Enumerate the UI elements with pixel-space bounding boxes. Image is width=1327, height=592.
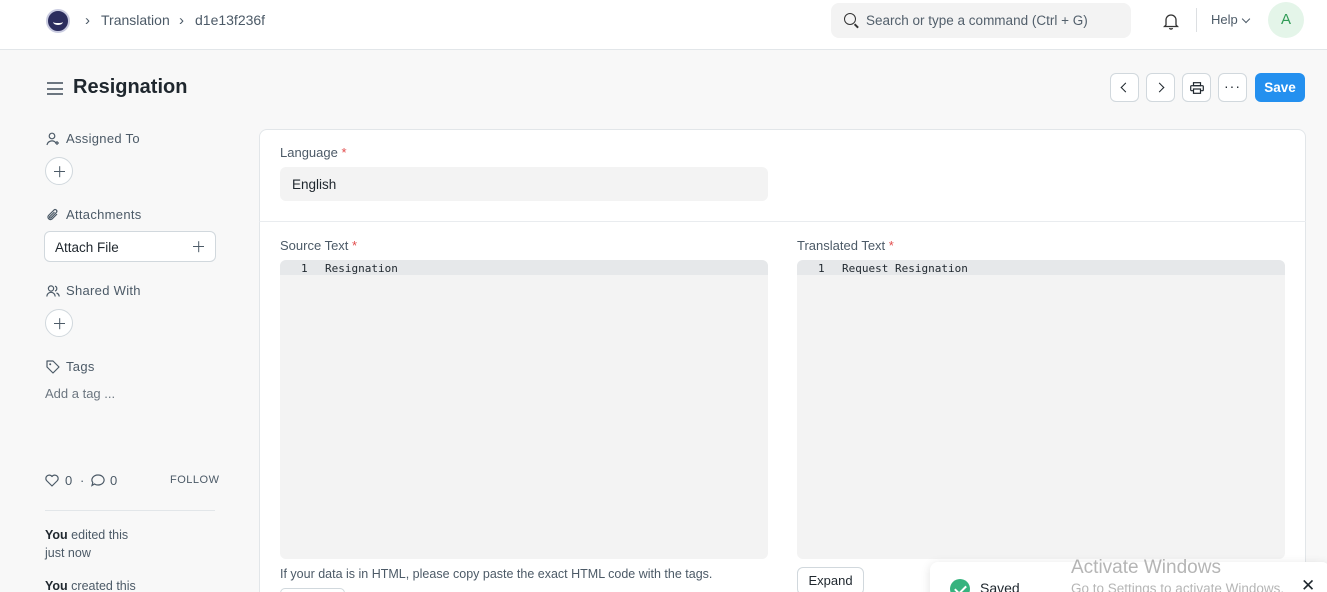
html-help-text: If your data is in HTML, please copy pas… — [280, 567, 713, 581]
shared-with-label: Shared With — [66, 283, 141, 298]
toast-message: Saved — [980, 580, 1020, 592]
activity-user: You — [45, 528, 68, 542]
required-marker: * — [341, 145, 347, 160]
close-icon[interactable]: ✕ — [1301, 576, 1315, 592]
app-logo[interactable] — [46, 9, 70, 33]
attach-file-label: Attach File — [55, 240, 119, 255]
save-button[interactable]: Save — [1255, 73, 1305, 102]
chevron-right-icon — [1154, 82, 1165, 93]
heart-icon[interactable] — [45, 474, 59, 487]
activity-user: You — [45, 579, 68, 592]
users-icon — [46, 285, 60, 297]
breadcrumb-translation[interactable]: Translation — [101, 12, 170, 28]
add-share-button[interactable] — [45, 309, 73, 337]
sidebar-toggle-icon[interactable] — [47, 82, 63, 95]
add-tag-input[interactable]: Add a tag ... — [45, 386, 115, 401]
chevron-down-icon[interactable] — [1241, 14, 1251, 24]
printer-icon — [1190, 82, 1204, 94]
translated-text-editor[interactable]: 1 Request Resignation — [797, 260, 1285, 559]
previous-button[interactable] — [1110, 73, 1139, 102]
tag-icon — [46, 360, 60, 374]
next-button[interactable] — [1146, 73, 1175, 102]
chevron-left-icon — [1120, 82, 1131, 93]
activation-watermark-title: Activate Windows — [1071, 557, 1221, 578]
search-placeholder: Search or type a command (Ctrl + G) — [866, 13, 1088, 28]
attachments-label: Attachments — [66, 207, 142, 222]
required-marker: * — [888, 238, 894, 253]
search-input[interactable]: Search or type a command (Ctrl + G) — [831, 3, 1131, 38]
search-icon — [844, 13, 856, 25]
breadcrumb-record-id[interactable]: d1e13f236f — [195, 12, 265, 28]
line-number: 1 — [301, 262, 308, 275]
language-value: English — [292, 177, 337, 192]
check-circle-icon — [950, 579, 970, 592]
attach-file-button[interactable]: Attach File — [44, 231, 216, 262]
help-menu[interactable]: Help — [1211, 12, 1238, 27]
source-text-content: Resignation — [325, 262, 398, 275]
separator-dot: · — [80, 473, 85, 488]
translated-text-content: Request Resignation — [842, 262, 968, 275]
sidebar-divider — [45, 510, 215, 511]
activity-item: You created this — [45, 577, 136, 592]
source-text-label-text: Source Text — [280, 238, 349, 253]
follow-button[interactable]: FOLLOW — [170, 474, 219, 486]
navbar-divider — [1196, 8, 1197, 32]
comment-icon[interactable] — [91, 474, 105, 487]
bell-icon[interactable] — [1163, 12, 1179, 30]
activation-watermark-subtitle: Go to Settings to activate Windows. — [1071, 581, 1285, 592]
line-number: 1 — [818, 262, 825, 275]
required-marker: * — [352, 238, 358, 253]
chevron-right-icon: › — [179, 12, 184, 29]
chevron-right-icon: › — [85, 12, 90, 29]
section-divider — [259, 221, 1306, 222]
expand-button[interactable]: Expand — [797, 567, 864, 592]
print-button[interactable] — [1182, 73, 1211, 102]
page-title: Resignation — [73, 76, 188, 98]
user-avatar[interactable]: A — [1268, 2, 1304, 38]
tags-label: Tags — [66, 359, 95, 374]
source-text-label: Source Text * — [280, 238, 357, 253]
activity-action: created this — [71, 579, 136, 592]
activity-item: You edited this just now — [45, 526, 128, 562]
navbar: › Translation › d1e13f236f Search or typ… — [0, 0, 1327, 50]
source-text-editor[interactable]: 1 Resignation — [280, 260, 768, 559]
activity-action: edited this — [71, 528, 129, 542]
activity-time: just now — [45, 546, 91, 560]
comments-count: 0 — [110, 473, 118, 488]
paperclip-icon — [47, 208, 58, 221]
likes-count: 0 — [65, 473, 73, 488]
more-icon: ··· — [1224, 78, 1241, 94]
source-expand-button[interactable] — [280, 588, 345, 592]
language-field[interactable]: English — [280, 167, 768, 201]
assigned-to-label: Assigned To — [66, 131, 140, 146]
plus-icon — [193, 246, 204, 248]
translated-text-label: Translated Text * — [797, 238, 894, 253]
assign-user-icon — [46, 132, 59, 146]
translated-text-label-text: Translated Text — [797, 238, 886, 253]
more-actions-button[interactable]: ··· — [1218, 73, 1247, 102]
language-label-text: Language — [280, 145, 338, 160]
language-label: Language * — [280, 145, 347, 160]
add-assignee-button[interactable] — [45, 157, 73, 185]
